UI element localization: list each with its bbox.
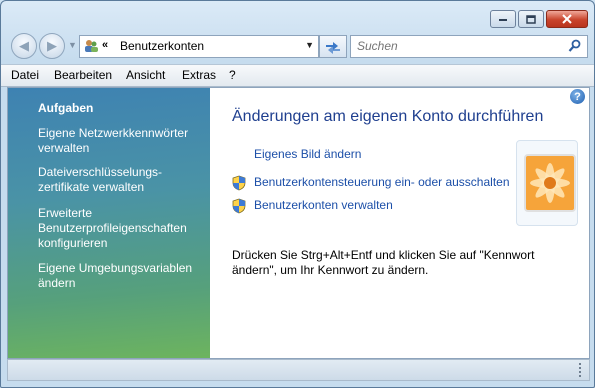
menu-help[interactable]: ? — [229, 68, 236, 82]
change-picture-link[interactable]: Eigenes Bild ändern — [254, 147, 361, 161]
menu-bar: Datei Bearbeiten Ansicht Extras ? — [1, 64, 594, 87]
user-accounts-icon — [85, 40, 98, 52]
maximize-icon — [526, 14, 536, 24]
menu-bearbeiten[interactable]: Bearbeiten — [54, 68, 112, 82]
shield-icon — [232, 198, 246, 214]
address-breadcrumb[interactable]: Benutzerkonten — [120, 39, 204, 53]
forward-button[interactable]: ▶ — [39, 33, 65, 59]
address-bar[interactable]: « Benutzerkonten ▼ — [79, 35, 319, 58]
maximize-button[interactable] — [518, 10, 544, 28]
close-icon — [562, 14, 572, 24]
close-button[interactable] — [546, 10, 588, 28]
explorer-window: ◀ ▶ ▼ « Benutzerkonten ▼ Suchen Datei Be… — [0, 0, 595, 388]
search-icon[interactable] — [568, 39, 582, 53]
minimize-icon — [499, 19, 507, 21]
refresh-button[interactable] — [319, 35, 347, 58]
sidebar-item-network-passwords[interactable]: Eigene Netzwerkkennwörter verwalten — [38, 126, 203, 156]
page-title: Änderungen am eigenen Konto durchführen — [232, 108, 544, 125]
manage-accounts-link[interactable]: Benutzerkonten verwalten — [254, 198, 393, 212]
user-picture[interactable] — [516, 140, 578, 226]
sidebar-item-encryption-certificates[interactable]: Dateiverschlüsselungs-zertifikate verwal… — [38, 165, 168, 195]
address-dropdown-icon[interactable]: ▼ — [305, 40, 314, 50]
tasks-pane: Aufgaben Eigene Netzwerkkennwörter verwa… — [8, 88, 210, 358]
search-box[interactable] — [350, 35, 588, 58]
back-button[interactable]: ◀ — [11, 33, 37, 59]
forward-arrow-icon: ▶ — [47, 38, 57, 53]
refresh-icon — [326, 41, 340, 54]
status-bar — [7, 359, 590, 381]
main-pane: ? Änderungen am eigenen Konto durchführe… — [210, 88, 589, 358]
search-input[interactable] — [355, 38, 559, 54]
menu-extras[interactable]: Extras — [182, 68, 216, 82]
menu-datei[interactable]: Datei — [11, 68, 39, 82]
navigation-bar: ◀ ▶ ▼ « Benutzerkonten ▼ — [9, 32, 588, 60]
content-area: Aufgaben Eigene Netzwerkkennwörter verwa… — [7, 87, 590, 359]
menu-ansicht[interactable]: Ansicht — [126, 68, 165, 82]
uac-toggle-link[interactable]: Benutzerkontensteuerung ein- oder aussch… — [254, 175, 510, 189]
back-arrow-icon: ◀ — [19, 38, 29, 53]
tasks-heading: Aufgaben — [38, 101, 94, 115]
help-icon[interactable]: ? — [570, 89, 585, 104]
flower-icon — [524, 154, 576, 212]
breadcrumb-chevron-icon[interactable]: « — [102, 39, 108, 51]
password-change-hint: Drücken Sie Strg+Alt+Entf und klicken Si… — [232, 248, 535, 277]
shield-icon — [232, 175, 246, 191]
sidebar-item-profile-properties[interactable]: Erweiterte Benutzerprofileigenschaften k… — [38, 206, 203, 251]
caption-buttons — [488, 10, 588, 28]
minimize-button[interactable] — [490, 10, 516, 28]
sidebar-item-environment-variables[interactable]: Eigene Umgebungsvariablen ändern — [38, 261, 198, 291]
resize-grip[interactable] — [579, 363, 585, 377]
recent-pages-dropdown-icon[interactable]: ▼ — [68, 40, 77, 50]
